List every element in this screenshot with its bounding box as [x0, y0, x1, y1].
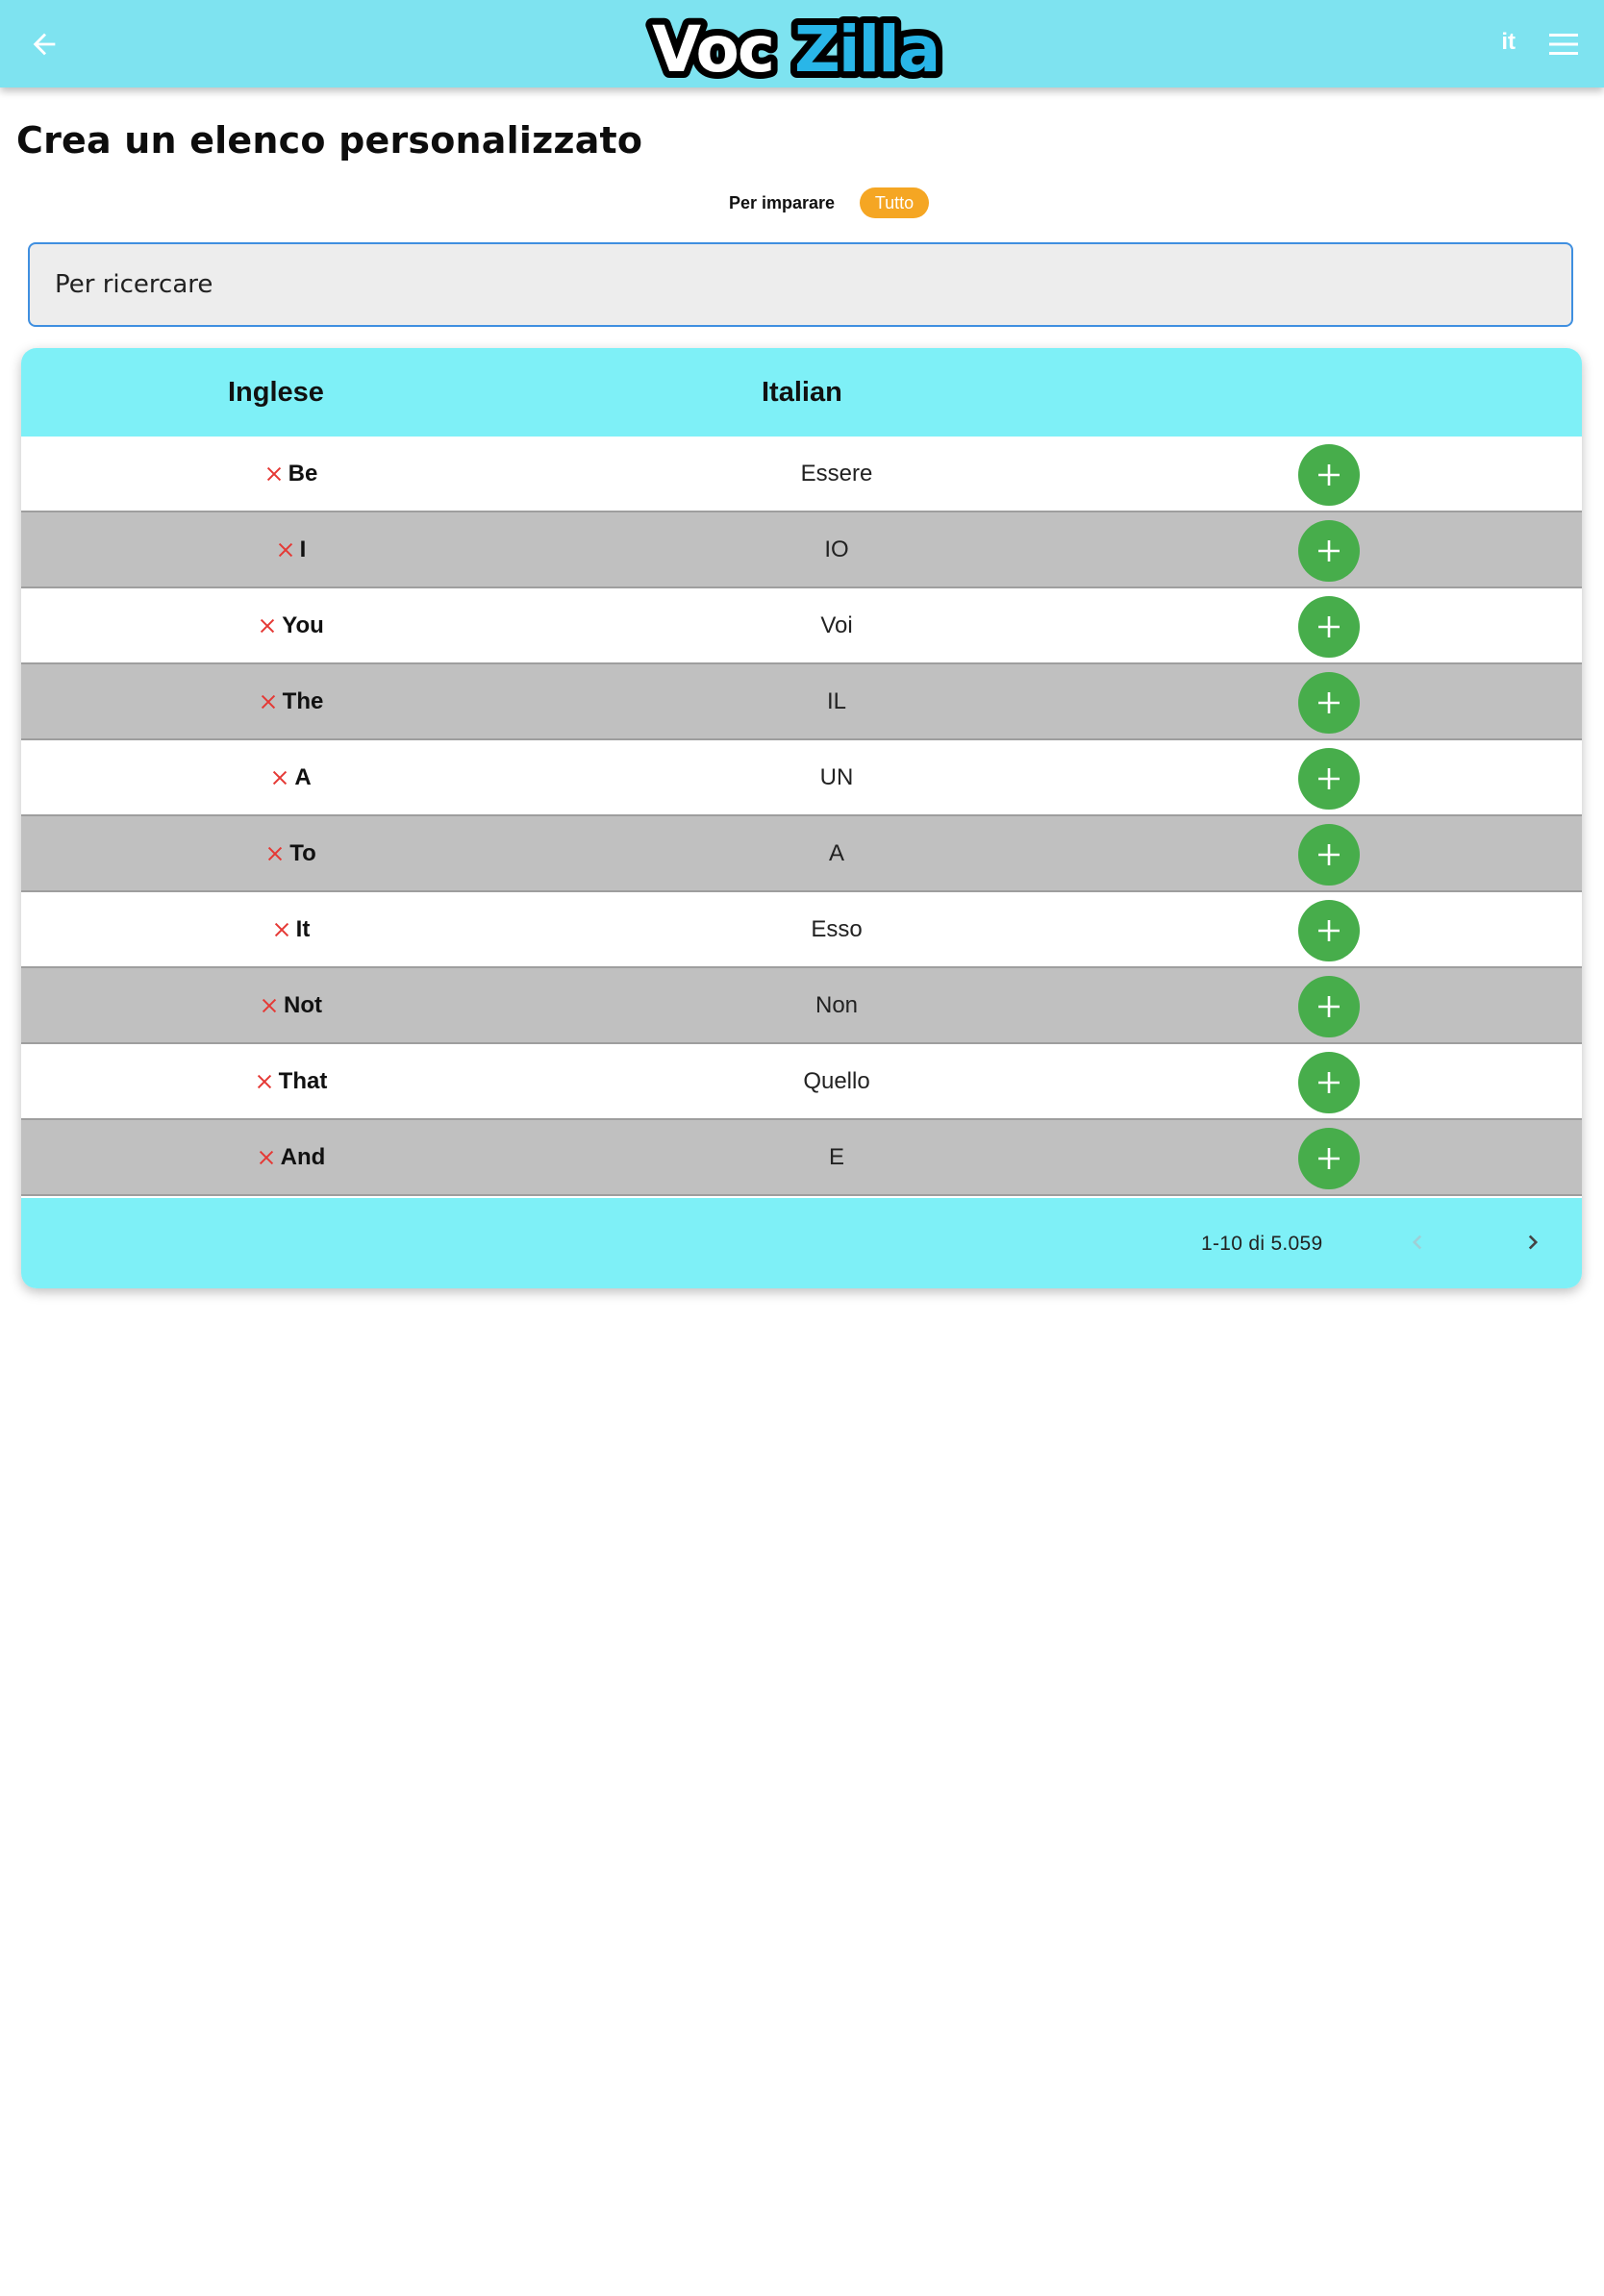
english-word: Not: [284, 991, 322, 1018]
previous-page-button[interactable]: [1398, 1223, 1437, 1261]
page-title: Crea un elenco personalizzato: [16, 119, 643, 162]
plus-icon: [1318, 1148, 1340, 1169]
remove-x-icon[interactable]: [269, 767, 290, 788]
english-word: It: [295, 915, 311, 942]
italian-word: Quello: [803, 1067, 870, 1094]
add-word-button[interactable]: [1298, 596, 1360, 658]
english-cell: The: [21, 664, 560, 738]
english-word: And: [280, 1143, 326, 1170]
english-cell: To: [21, 816, 560, 890]
english-cell: Be: [21, 437, 560, 511]
table-row: To A: [21, 816, 1582, 892]
italian-word: Esso: [811, 915, 863, 942]
hamburger-menu-icon: [1549, 34, 1578, 55]
plus-icon: [1318, 616, 1340, 637]
plus-icon: [1318, 1072, 1340, 1093]
table-row: The IL: [21, 664, 1582, 740]
filter-to-learn-option[interactable]: Per imparare: [729, 193, 835, 213]
table-footer-pagination: 1-10 di 5.059: [21, 1198, 1582, 1288]
english-cell: You: [21, 588, 560, 662]
chevron-right-icon: [1528, 1235, 1539, 1250]
plus-icon: [1318, 920, 1340, 941]
table-body: Be Essere I IO You Voi The IL A UN To A …: [21, 437, 1582, 1196]
top-app-bar: Voc Voc Zilla Zilla it: [0, 0, 1604, 87]
logo-text-zilla: Zilla: [794, 12, 939, 85]
english-word: The: [282, 687, 324, 714]
next-page-button[interactable]: [1514, 1223, 1552, 1261]
plus-icon: [1318, 692, 1340, 713]
italian-word: Essere: [800, 460, 873, 487]
remove-x-icon[interactable]: [263, 463, 285, 485]
english-cell: And: [21, 1120, 560, 1194]
table-row: I IO: [21, 512, 1582, 588]
remove-x-icon[interactable]: [275, 539, 296, 561]
table-header: Inglese Italian: [21, 348, 1582, 438]
search-input[interactable]: [28, 242, 1573, 327]
language-selector[interactable]: it: [1501, 29, 1516, 56]
remove-x-icon[interactable]: [271, 919, 292, 940]
column-header-italian: Italian: [762, 377, 842, 408]
table-row: It Esso: [21, 892, 1582, 968]
back-button[interactable]: [23, 23, 65, 65]
add-word-button[interactable]: [1298, 1128, 1360, 1189]
english-word: You: [282, 611, 324, 638]
english-word: A: [294, 763, 312, 790]
remove-x-icon[interactable]: [257, 615, 278, 636]
plus-icon: [1318, 464, 1340, 486]
add-word-button[interactable]: [1298, 748, 1360, 810]
add-word-button[interactable]: [1298, 824, 1360, 886]
add-word-button[interactable]: [1298, 444, 1360, 506]
table-row: That Quello: [21, 1044, 1582, 1120]
add-word-button[interactable]: [1298, 900, 1360, 961]
english-word: That: [278, 1067, 328, 1094]
filter-toggle: Per imparare Tutto: [0, 187, 1604, 221]
english-cell: Not: [21, 968, 560, 1042]
table-row: And E: [21, 1120, 1582, 1196]
remove-x-icon[interactable]: [264, 843, 286, 864]
voczilla-logo: Voc Voc Zilla Zilla: [645, 8, 947, 85]
menu-button[interactable]: [1542, 25, 1585, 63]
table-row: You Voi: [21, 588, 1582, 664]
italian-word: IL: [826, 687, 846, 714]
english-cell: That: [21, 1044, 560, 1118]
english-word: Be: [288, 460, 318, 487]
table-row: Not Non: [21, 968, 1582, 1044]
filter-all-option[interactable]: Tutto: [860, 187, 929, 218]
plus-icon: [1318, 996, 1340, 1017]
pagination-range: 1-10 di 5.059: [1201, 1233, 1323, 1255]
italian-word: A: [828, 839, 844, 866]
column-header-english: Inglese: [228, 377, 324, 408]
add-word-button[interactable]: [1298, 1052, 1360, 1113]
plus-icon: [1318, 540, 1340, 562]
italian-word: Non: [815, 991, 859, 1018]
add-word-button[interactable]: [1298, 672, 1360, 734]
italian-word: UN: [819, 763, 854, 790]
table-row: A UN: [21, 740, 1582, 816]
remove-x-icon[interactable]: [256, 1147, 277, 1168]
word-table: Inglese Italian Be Essere I IO You Voi T…: [21, 348, 1582, 1288]
italian-word: IO: [824, 536, 849, 562]
remove-x-icon[interactable]: [258, 691, 279, 712]
arrow-left-icon: [33, 33, 56, 56]
english-cell: I: [21, 512, 560, 586]
chevron-left-icon: [1412, 1235, 1422, 1250]
logo-text-voc: Voc: [652, 12, 773, 85]
table-row: Be Essere: [21, 437, 1582, 512]
remove-x-icon[interactable]: [259, 995, 280, 1016]
italian-word: E: [828, 1143, 844, 1170]
plus-icon: [1318, 844, 1340, 865]
add-word-button[interactable]: [1298, 976, 1360, 1037]
english-cell: A: [21, 740, 560, 814]
remove-x-icon[interactable]: [254, 1071, 275, 1092]
italian-word: Voi: [820, 611, 853, 638]
english-word: To: [289, 839, 316, 866]
add-word-button[interactable]: [1298, 520, 1360, 582]
plus-icon: [1318, 768, 1340, 789]
english-cell: It: [21, 892, 560, 966]
english-word: I: [299, 536, 307, 562]
